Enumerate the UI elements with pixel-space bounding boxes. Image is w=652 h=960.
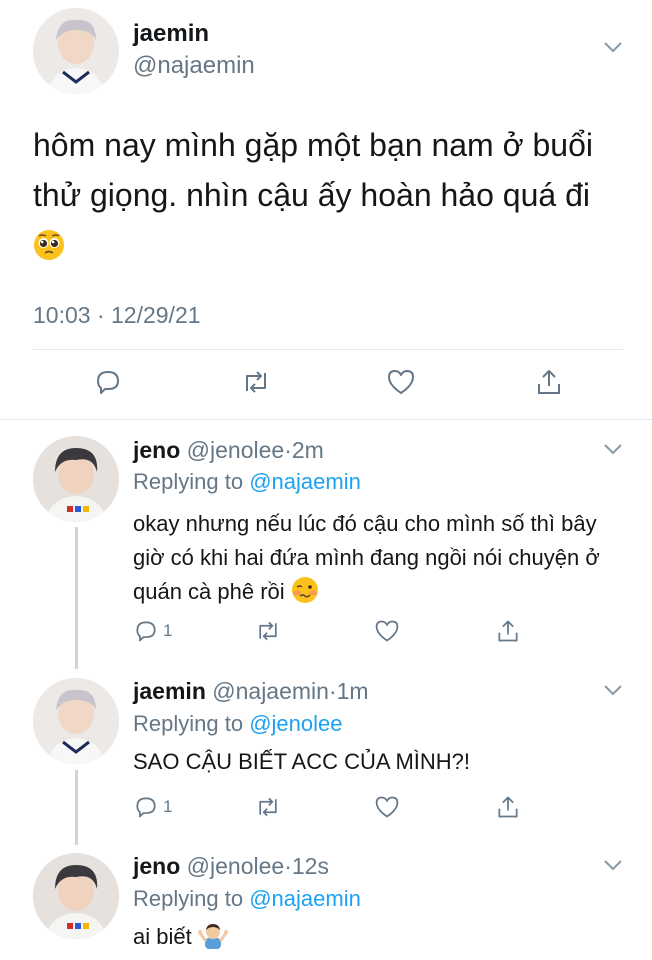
share-icon	[538, 370, 560, 394]
reply-time[interactable]: 2m	[292, 437, 324, 463]
avatar[interactable]	[33, 853, 119, 939]
reply-icon	[97, 371, 119, 394]
tweet-body: hôm nay mình gặp một bạn nam ở buổi thử …	[33, 127, 593, 213]
avatar[interactable]	[33, 436, 119, 522]
tweet-timestamp[interactable]: 10:03 · 12/29/21	[33, 302, 201, 329]
user-handle[interactable]: @jenolee	[187, 853, 285, 879]
reply-text: okay nhưng nếu lúc đó cậu cho mình số th…	[133, 507, 603, 614]
main-tweet: jaemin @najaemin hôm nay mình gặp một bạ…	[0, 0, 652, 418]
thread-line	[75, 527, 78, 669]
reply-button[interactable]: 1	[133, 792, 172, 822]
reply-text: SAO CẬU BIẾT ACC CỦA MÌNH?!	[133, 745, 603, 779]
pleading-face-icon	[33, 225, 65, 275]
reply-header: jeno @jenolee·12s	[133, 853, 329, 880]
like-button[interactable]	[374, 792, 400, 822]
reply-time[interactable]: 12s	[292, 853, 329, 879]
user-name[interactable]: jeno	[133, 853, 180, 879]
retweet-icon	[259, 621, 277, 641]
replying-to-prefix: Replying to	[133, 886, 244, 911]
heart-icon	[375, 796, 399, 818]
reply-count: 1	[163, 621, 173, 640]
share-icon	[498, 796, 518, 818]
replying-to-prefix: Replying to	[133, 469, 244, 494]
replying-to: Replying to @jenolee	[133, 711, 343, 737]
woozy-face-icon	[291, 576, 319, 614]
reply-header: jaemin @najaemin·1m	[133, 678, 369, 705]
replying-to: Replying to @najaemin	[133, 469, 361, 495]
chevron-down-icon[interactable]	[603, 683, 623, 697]
replying-to-prefix: Replying to	[133, 711, 244, 736]
retweet-button[interactable]	[254, 616, 282, 646]
separator-dot: ·	[284, 437, 292, 463]
reply-body: ai biết	[133, 924, 192, 949]
reply-icon	[136, 621, 156, 642]
share-button[interactable]	[534, 367, 564, 397]
retweet-icon	[259, 797, 277, 817]
chevron-down-icon[interactable]	[603, 40, 623, 54]
user-name[interactable]: jaemin	[133, 678, 206, 704]
divider	[33, 349, 623, 350]
reply-header: jeno @jenolee·2m	[133, 437, 324, 464]
reply-body: SAO CẬU BIẾT ACC CỦA MÌNH?!	[133, 749, 471, 774]
reply-button[interactable]: 1	[133, 616, 172, 646]
reply-body: okay nhưng nếu lúc đó cậu cho mình số th…	[133, 511, 600, 604]
heart-icon	[375, 620, 399, 642]
chevron-down-icon[interactable]	[603, 442, 623, 456]
tweet-text: hôm nay mình gặp một bạn nam ở buổi thử …	[33, 120, 593, 275]
user-name[interactable]: jeno	[133, 437, 180, 463]
replying-to-link[interactable]: @najaemin	[249, 886, 361, 911]
reply-time[interactable]: 1m	[337, 678, 369, 704]
replying-to-link[interactable]: @najaemin	[249, 469, 361, 494]
share-button[interactable]	[495, 616, 521, 646]
like-button[interactable]	[386, 367, 416, 397]
like-button[interactable]	[374, 616, 400, 646]
reply-text: ai biết	[133, 920, 603, 959]
share-icon	[498, 620, 518, 642]
share-button[interactable]	[495, 792, 521, 822]
user-handle[interactable]: @najaemin	[212, 678, 329, 704]
reply-icon	[136, 797, 156, 818]
reply-count: 1	[163, 797, 173, 816]
avatar[interactable]	[33, 8, 119, 94]
replying-to-link[interactable]: @jenolee	[249, 711, 342, 736]
chevron-down-icon[interactable]	[603, 858, 623, 872]
replying-to: Replying to @najaemin	[133, 886, 361, 912]
thread-line	[75, 770, 78, 845]
user-handle[interactable]: @najaemin	[133, 52, 255, 80]
avatar[interactable]	[33, 678, 119, 764]
separator-dot: ·	[328, 678, 337, 704]
section-divider	[0, 419, 652, 420]
separator-dot: ·	[284, 853, 292, 879]
retweet-button[interactable]	[254, 792, 282, 822]
retweet-icon	[246, 371, 266, 393]
user-handle[interactable]: @jenolee	[187, 437, 285, 463]
retweet-button[interactable]	[240, 367, 272, 397]
user-name[interactable]: jaemin	[133, 20, 209, 48]
reply-button[interactable]	[93, 367, 123, 397]
person-shrugging-icon	[197, 921, 228, 959]
heart-icon	[388, 370, 414, 394]
